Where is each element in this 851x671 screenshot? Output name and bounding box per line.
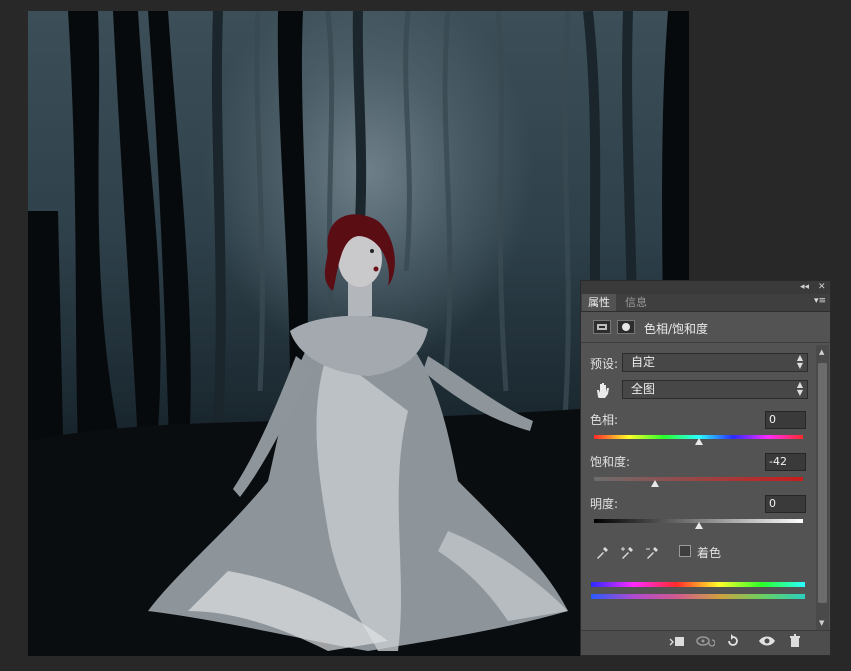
panel-header: 色相/饱和度 bbox=[581, 312, 830, 343]
reset-icon[interactable] bbox=[723, 634, 743, 651]
tab-properties[interactable]: 属性 bbox=[582, 294, 616, 311]
scroll-down-icon[interactable]: ▼ bbox=[819, 619, 824, 627]
input-spectrum-bar bbox=[591, 582, 805, 587]
panel-title: 色相/饱和度 bbox=[644, 322, 709, 336]
scroll-up-icon[interactable]: ▲ bbox=[819, 348, 824, 356]
panel-menu-icon[interactable]: ▾≡ bbox=[814, 296, 826, 306]
panel-tabs: 属性 信息 ▾≡ bbox=[581, 294, 830, 312]
layer-mask-icon[interactable] bbox=[617, 320, 635, 334]
preset-value: 自定 bbox=[631, 355, 656, 369]
dropdown-arrows-icon: ▲ ▼ bbox=[796, 380, 803, 397]
saturation-label: 饱和度: bbox=[590, 455, 631, 469]
tab-info[interactable]: 信息 bbox=[619, 294, 653, 311]
scroll-thumb[interactable] bbox=[818, 363, 827, 603]
trash-icon[interactable] bbox=[785, 634, 805, 651]
channel-value: 全图 bbox=[631, 382, 656, 396]
preset-label: 预设: bbox=[590, 357, 619, 371]
output-spectrum-bar bbox=[591, 594, 805, 599]
panel-footer bbox=[581, 630, 830, 655]
properties-panel: ◂◂ ✕ 属性 信息 ▾≡ 色相/饱和度 预设: 自定 ▲ ▼ 全图 ▲ ▼ 色相:… bbox=[580, 280, 831, 656]
saturation-input[interactable]: -42 bbox=[765, 453, 806, 471]
dropdown-arrows-icon: ▲ ▼ bbox=[796, 353, 803, 370]
close-icon[interactable]: ✕ bbox=[818, 281, 826, 294]
colorize-label: 着色 bbox=[697, 546, 722, 560]
lightness-slider-thumb[interactable] bbox=[694, 522, 703, 529]
saturation-slider-thumb[interactable] bbox=[650, 480, 659, 487]
eyedropper-plus-icon[interactable] bbox=[620, 546, 634, 560]
double-chevron-left-icon[interactable]: ◂◂ bbox=[800, 281, 809, 294]
lightness-label: 明度: bbox=[590, 497, 619, 511]
colorize-checkbox[interactable] bbox=[679, 545, 691, 557]
hue-slider-thumb[interactable] bbox=[694, 438, 703, 445]
clip-to-layer-icon[interactable] bbox=[667, 634, 687, 651]
eyedropper-minus-icon[interactable] bbox=[645, 546, 659, 560]
hue-label: 色相: bbox=[590, 413, 619, 427]
visibility-eye-icon[interactable] bbox=[757, 634, 777, 651]
eyedropper-icon[interactable] bbox=[595, 546, 609, 560]
view-previous-state-icon[interactable] bbox=[695, 634, 716, 651]
panel-title-bar[interactable]: ◂◂ ✕ bbox=[581, 281, 830, 294]
hue-input[interactable]: 0 bbox=[765, 411, 806, 429]
saturation-slider-track[interactable] bbox=[594, 477, 803, 481]
adjustment-layer-icon[interactable] bbox=[593, 320, 611, 334]
channel-dropdown[interactable]: 全图 ▲ ▼ bbox=[622, 380, 808, 399]
panel-scrollbar[interactable]: ▲ ▼ bbox=[816, 345, 829, 631]
preset-dropdown[interactable]: 自定 ▲ ▼ bbox=[622, 353, 808, 372]
targeted-adjustment-hand-icon[interactable] bbox=[593, 381, 611, 399]
lightness-input[interactable]: 0 bbox=[765, 495, 806, 513]
